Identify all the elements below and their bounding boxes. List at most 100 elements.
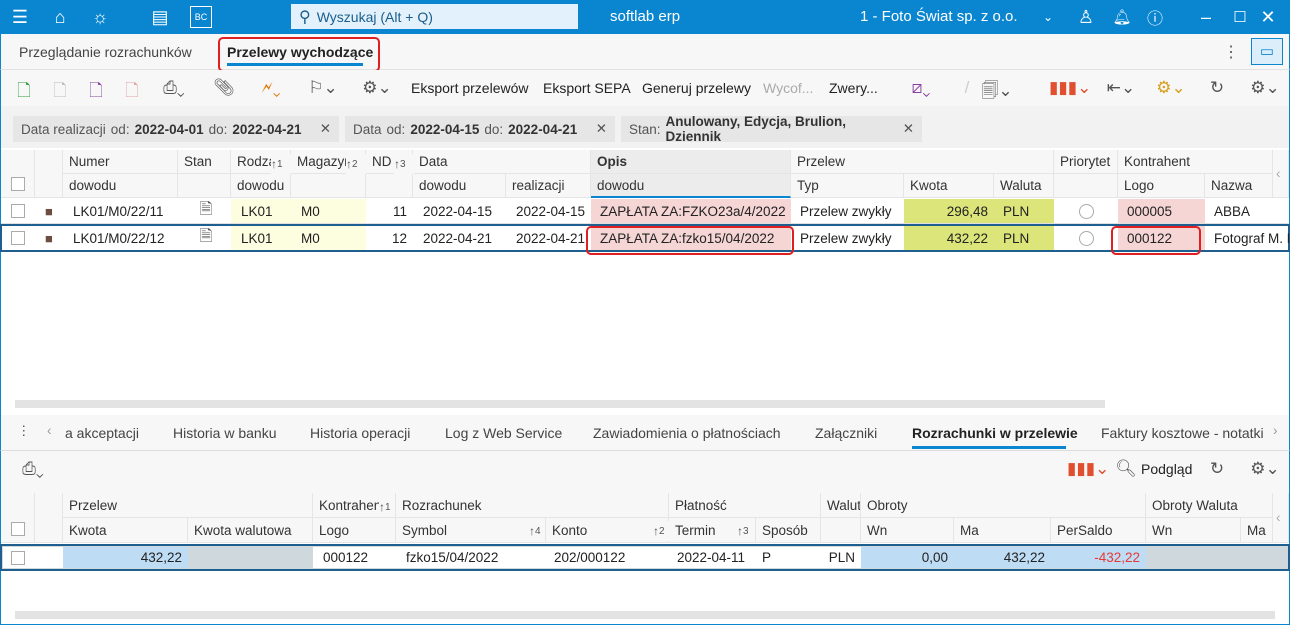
bc-icon[interactable]: BC bbox=[190, 6, 212, 28]
chevron-down-icon[interactable]: ⌄ bbox=[1040, 4, 1056, 30]
column-subheader[interactable] bbox=[1054, 174, 1118, 198]
detail-tab[interactable]: Załączniki bbox=[815, 425, 877, 441]
cell-priorytet[interactable] bbox=[1054, 199, 1118, 223]
row-checkbox-cell[interactable] bbox=[1, 199, 35, 223]
column-subheader-numer[interactable]: dowodu bbox=[63, 174, 178, 198]
cell-numer[interactable]: LK01/M0/22/12 bbox=[63, 226, 178, 250]
select-all-checkbox[interactable] bbox=[11, 177, 25, 191]
cell-data-realizacji[interactable]: 2022-04-21 bbox=[506, 226, 591, 250]
cell-wn[interactable]: 0,00 bbox=[861, 547, 954, 568]
print-icon[interactable]: ⎙⌄ bbox=[157, 78, 191, 100]
column-subheader[interactable] bbox=[366, 174, 413, 198]
column-header-waluta[interactable]: Walut bbox=[821, 493, 861, 518]
column-header-przelew[interactable]: Przelew bbox=[791, 150, 1054, 174]
cell-nazwa[interactable]: ABBA bbox=[1205, 199, 1289, 223]
column-subheader-konto[interactable]: Konto bbox=[546, 518, 669, 543]
cell-logo[interactable]: 000005 bbox=[1118, 199, 1205, 223]
cell-kwota[interactable]: 432,22 bbox=[63, 547, 188, 568]
column-subheader-opis[interactable]: dowodu bbox=[591, 174, 791, 198]
scroll-left-icon[interactable]: ‹ bbox=[1273, 150, 1289, 198]
filter-chip-data[interactable]: Data od: 2022-04-15 do: 2022-04-21 ✕ bbox=[345, 116, 615, 142]
cell-symbol[interactable]: fzko15/04/2022 bbox=[396, 547, 546, 568]
column-header-data[interactable]: Data bbox=[413, 150, 591, 174]
sort-asc-icon[interactable]: ↑ 3 bbox=[737, 521, 753, 541]
column-subheader-nazwa[interactable]: Nazwa bbox=[1205, 174, 1273, 198]
view-settings-icon[interactable]: ⚙⌄ bbox=[1245, 78, 1285, 100]
column-subheader-wn2[interactable]: Wn bbox=[1146, 518, 1241, 543]
sort-asc-icon[interactable]: ↑ 2 bbox=[653, 521, 669, 541]
cell-typ[interactable]: Przelew zwykły bbox=[791, 199, 904, 223]
column-header-platnosc[interactable]: Płatność bbox=[669, 493, 821, 518]
chart-icon[interactable]: ▮▮▮⌄ bbox=[1067, 459, 1109, 481]
chat-icon[interactable]: ▭ bbox=[1251, 38, 1283, 65]
header-checkbox-cell[interactable] bbox=[1, 493, 35, 543]
preview-icon[interactable]: 🔍︎ bbox=[1115, 459, 1137, 481]
cell-waluta[interactable]: PLN bbox=[821, 547, 861, 568]
cell-ma2[interactable] bbox=[1241, 547, 1287, 568]
verify-button[interactable]: Zwery... bbox=[829, 80, 878, 96]
hamburger-menu-icon[interactable]: ☰ bbox=[8, 4, 32, 30]
document-type-icon[interactable]: ■ bbox=[39, 199, 61, 223]
attachment-icon[interactable]: 📎︎ bbox=[213, 78, 235, 100]
remove-filter-icon[interactable]: ✕ bbox=[903, 121, 914, 137]
minimize-icon[interactable]: – bbox=[1196, 4, 1216, 30]
cell-ma[interactable]: 432,22 bbox=[954, 547, 1051, 568]
preview-button[interactable]: Podgląd bbox=[1141, 461, 1192, 477]
horizontal-scrollbar[interactable] bbox=[15, 611, 1275, 619]
cell-nazwa[interactable]: Fotograf M. M bbox=[1205, 226, 1289, 250]
cell-data-dowodu[interactable]: 2022-04-21 bbox=[413, 226, 506, 250]
stan-icon[interactable]: 🗎 bbox=[191, 199, 221, 223]
cell-nd[interactable]: 12 bbox=[366, 226, 413, 250]
row-checkbox[interactable] bbox=[11, 231, 25, 245]
view-settings-icon[interactable]: ⚙⌄ bbox=[1245, 459, 1285, 481]
column-subheader-symbol[interactable]: Symbol bbox=[396, 518, 546, 543]
column-header-opis[interactable]: Opis bbox=[591, 150, 791, 174]
cell-typ[interactable]: Przelew zwykły bbox=[791, 226, 904, 250]
column-subheader-waluta[interactable]: Waluta bbox=[994, 174, 1054, 198]
column-header-obroty[interactable]: Obroty bbox=[861, 493, 1146, 518]
add-document-icon[interactable]: 🗋 bbox=[13, 78, 35, 100]
cell-rodzaj[interactable]: LK01 bbox=[231, 226, 291, 250]
import-icon[interactable]: ⇤⌄ bbox=[1101, 78, 1141, 100]
cell-kwota[interactable]: 432,22 bbox=[904, 226, 994, 250]
document-type-icon[interactable]: ■ bbox=[39, 226, 61, 250]
cell-data-dowodu[interactable]: 2022-04-15 bbox=[413, 199, 506, 223]
column-subheader-sposob[interactable]: Sposób bbox=[756, 518, 821, 543]
detail-tab[interactable]: Log z Web Service bbox=[445, 425, 562, 441]
bell-icon[interactable]: 🔔︎ bbox=[1112, 4, 1132, 30]
remove-filter-icon[interactable]: ✕ bbox=[596, 121, 607, 137]
column-subheader-kwota[interactable]: Kwota bbox=[63, 518, 188, 543]
more-options-icon[interactable]: ⋮ bbox=[1223, 42, 1239, 62]
help-icon[interactable]: ⓘ bbox=[1145, 4, 1165, 30]
row-checkbox-cell[interactable] bbox=[3, 547, 35, 568]
cell-numer[interactable]: LK01/M0/22/11 bbox=[63, 199, 178, 223]
horizontal-scrollbar[interactable] bbox=[15, 400, 1105, 408]
remove-filter-icon[interactable]: ✕ bbox=[320, 121, 331, 137]
column-header-przelew[interactable]: Przelew bbox=[63, 493, 313, 518]
column-header-kontrahent[interactable]: Kontrahent bbox=[1118, 150, 1273, 174]
more-options-icon[interactable]: ⋮ bbox=[17, 423, 31, 439]
column-subheader-ma2[interactable]: Ma bbox=[1241, 518, 1273, 543]
sort-asc-icon[interactable]: ↑ 1 bbox=[379, 497, 395, 517]
home-icon[interactable]: ⌂ bbox=[48, 4, 72, 30]
search-input[interactable]: ⚲ Wyszukaj (Alt + Q) bbox=[291, 4, 578, 29]
scroll-left-icon[interactable]: ‹ bbox=[1273, 493, 1289, 543]
calculator-document-icon[interactable]: 🗐⌄ bbox=[977, 78, 1017, 100]
sort-asc-icon[interactable]: ↑ 1 bbox=[271, 154, 291, 174]
priority-radio[interactable] bbox=[1078, 230, 1094, 246]
column-subheader[interactable] bbox=[291, 174, 366, 198]
close-icon[interactable]: ✕ bbox=[1258, 4, 1278, 30]
column-header-numer[interactable]: Numer bbox=[63, 150, 178, 174]
cell-wn2[interactable] bbox=[1146, 547, 1241, 568]
column-subheader-data_dowodu[interactable]: dowodu bbox=[413, 174, 506, 198]
detail-tab[interactable]: Zawiadomienia o płatnościach bbox=[593, 425, 781, 441]
cell-nd[interactable]: 11 bbox=[366, 199, 413, 223]
detail-tab[interactable]: Faktury kosztowe - notatki bbox=[1101, 425, 1264, 441]
no-edit-icon[interactable]: ⧄⌄ bbox=[901, 78, 941, 100]
cell-kwota[interactable]: 296,48 bbox=[904, 199, 994, 223]
company-selector[interactable]: 1 - Foto Świat sp. z o.o. bbox=[860, 8, 1018, 25]
generate-transfers-button[interactable]: Generuj przelewy bbox=[642, 80, 751, 96]
row-icon-cell[interactable] bbox=[35, 547, 63, 568]
print-icon[interactable]: ⎙⌄ bbox=[13, 459, 53, 481]
cell-priorytet[interactable] bbox=[1054, 226, 1118, 250]
